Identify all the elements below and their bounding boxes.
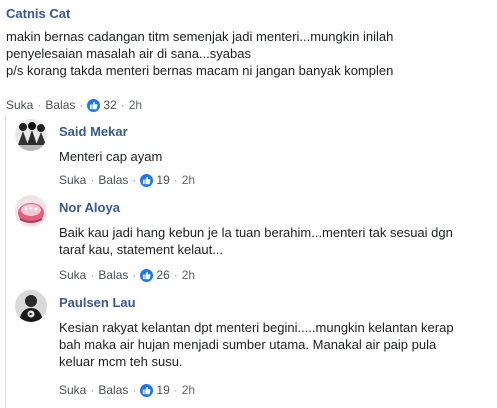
comment-line: taraf kau, statement kelaut... (59, 242, 224, 257)
reaction-count[interactable]: 32 (103, 98, 116, 112)
separator-dot: · (90, 383, 95, 397)
thumbs-up-icon[interactable] (87, 98, 101, 112)
avatar[interactable] (15, 290, 47, 322)
separator-dot: · (173, 268, 178, 282)
thumbs-up-icon[interactable] (140, 268, 154, 282)
avatar[interactable] (15, 119, 47, 151)
reaction-count[interactable]: 19 (156, 383, 169, 397)
separator-dot: · (90, 268, 95, 282)
separator-dot: · (173, 383, 178, 397)
comment-line: keluar mcm teh susu. (59, 354, 183, 369)
timestamp[interactable]: 2h (182, 173, 195, 187)
comment-line: Kesian rakyat kelantan dpt menteri begin… (59, 320, 454, 335)
comment-text: Menteri cap ayam (59, 148, 495, 165)
reply-link[interactable]: Balas (98, 383, 128, 397)
comment-text: makin bernas cadangan titm semenjak jadi… (6, 28, 466, 79)
separator-dot: · (132, 173, 137, 187)
timestamp[interactable]: 2h (129, 98, 142, 112)
comment-author[interactable]: Paulsen Lau (59, 295, 136, 310)
separator-dot: · (120, 98, 125, 112)
reply-comment: Nor Aloya Baik kau jadi hang kebun je la… (15, 195, 495, 287)
comment-author[interactable]: Catnis Cat (6, 6, 70, 21)
separator-dot: · (132, 383, 137, 397)
comment-line: p/s korang takda menteri bernas macam ni… (6, 63, 394, 78)
comment-line: bah maka air hujan menjadi sumber utama.… (59, 337, 437, 352)
comment-actions: Suka · Balas · 26 · 2h (59, 268, 195, 282)
comment-text: Kesian rakyat kelantan dpt menteri begin… (59, 319, 495, 370)
like-link[interactable]: Suka (59, 268, 86, 282)
thumbs-up-icon[interactable] (140, 173, 154, 187)
comment-line: penyelesaian masalah air di sana...syaba… (6, 46, 251, 61)
reply-comment: Said Mekar Menteri cap ayam Suka · Balas… (15, 119, 495, 191)
comment-line: Menteri cap ayam (59, 149, 163, 164)
separator-dot: · (79, 98, 84, 112)
reply-comment: Paulsen Lau Kesian rakyat kelantan dpt m… (15, 290, 495, 402)
avatar[interactable] (15, 195, 47, 227)
comment-actions: Suka · Balas · 19 · 2h (59, 383, 195, 397)
thumbs-up-icon[interactable] (140, 383, 154, 397)
comment-line: makin bernas cadangan titm semenjak jadi… (6, 29, 394, 44)
separator-dot: · (90, 173, 95, 187)
reply-thread-rail (5, 115, 6, 408)
comment-actions: Suka · Balas · 19 · 2h (59, 173, 195, 187)
separator-dot: · (173, 173, 178, 187)
reaction-count[interactable]: 26 (156, 268, 169, 282)
reply-link[interactable]: Balas (45, 98, 75, 112)
comment-author[interactable]: Nor Aloya (59, 200, 120, 215)
timestamp[interactable]: 2h (182, 383, 195, 397)
separator-dot: · (132, 268, 137, 282)
like-link[interactable]: Suka (6, 98, 33, 112)
reply-link[interactable]: Balas (98, 173, 128, 187)
comment-actions: Suka · Balas · 32 · 2h (6, 98, 142, 112)
reaction-count[interactable]: 19 (156, 173, 169, 187)
reply-link[interactable]: Balas (98, 268, 128, 282)
like-link[interactable]: Suka (59, 383, 86, 397)
comment-author[interactable]: Said Mekar (59, 124, 128, 139)
timestamp[interactable]: 2h (182, 268, 195, 282)
separator-dot: · (37, 98, 42, 112)
comment-line: Baik kau jadi hang kebun je la tuan bera… (59, 225, 453, 240)
like-link[interactable]: Suka (59, 173, 86, 187)
comment-text: Baik kau jadi hang kebun je la tuan bera… (59, 224, 495, 258)
